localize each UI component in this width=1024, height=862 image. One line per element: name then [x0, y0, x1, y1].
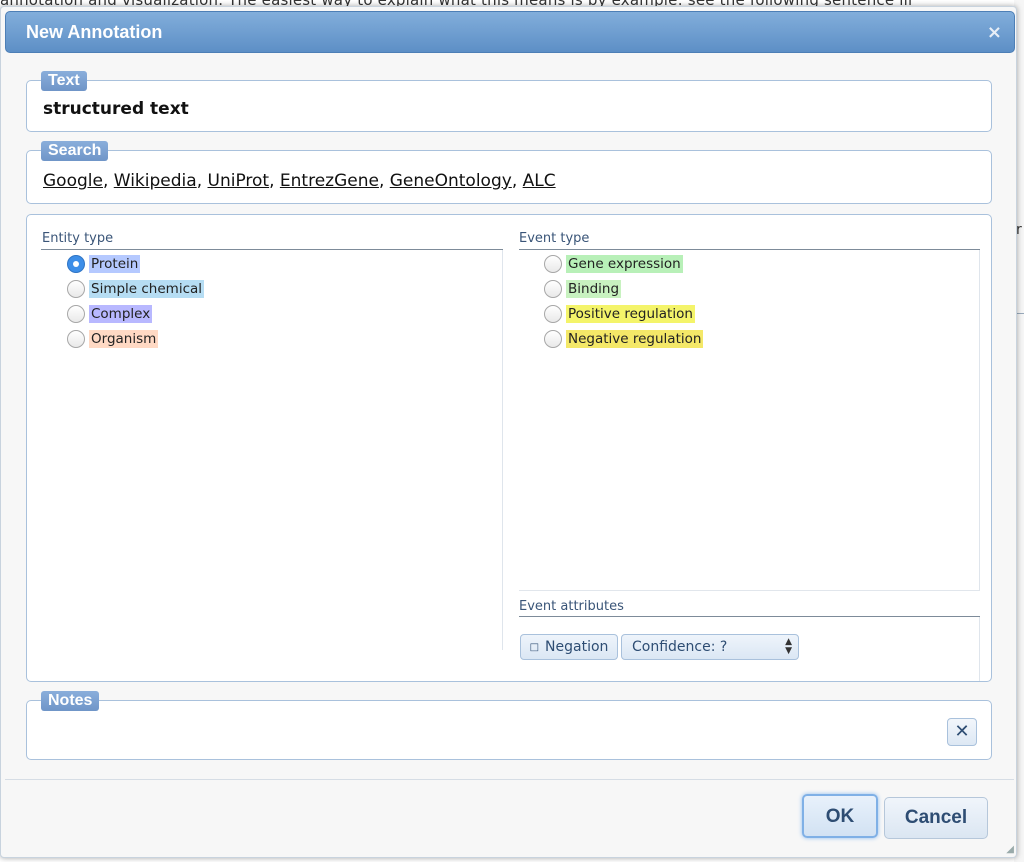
- notes-section: Notes ✕: [26, 691, 992, 760]
- event-label-binding: Binding: [566, 280, 622, 298]
- confidence-select[interactable]: Confidence: ? ▲ ▼: [621, 634, 799, 660]
- event-attributes-rule: [519, 616, 980, 617]
- radio-button[interactable]: [67, 305, 85, 323]
- search-link-google[interactable]: Google: [43, 171, 103, 191]
- resize-grip-icon[interactable]: ◢: [1006, 844, 1014, 855]
- text-legend: Text: [41, 71, 87, 91]
- event-option-binding[interactable]: Binding: [544, 278, 622, 300]
- radio-button[interactable]: [544, 330, 562, 348]
- text-section: Text structured text: [26, 71, 992, 132]
- dialog-title: New Annotation: [26, 22, 163, 42]
- dialog-titlebar[interactable]: New Annotation ×: [5, 11, 1015, 53]
- checkbox-icon: □: [529, 641, 540, 653]
- entity-label-protein: Protein: [89, 255, 141, 273]
- event-list-bottom: [519, 590, 980, 591]
- confidence-value: Confidence: ?: [632, 639, 728, 655]
- close-icon[interactable]: ×: [987, 22, 1002, 43]
- event-option-gene-expression[interactable]: Gene expression: [544, 253, 683, 275]
- entity-type-heading: Entity type: [42, 231, 114, 246]
- link-separator: ,: [378, 171, 390, 191]
- notes-legend: Notes: [41, 691, 100, 711]
- radio-button[interactable]: [67, 255, 85, 273]
- type-selection-section: Entity type Protein Simple chemical Comp…: [26, 214, 992, 682]
- selected-text-value: structured text: [43, 99, 189, 119]
- entity-label-complex: Complex: [89, 305, 153, 323]
- select-arrows-icon: ▲ ▼: [785, 637, 792, 656]
- radio-button[interactable]: [544, 280, 562, 298]
- entity-option-protein[interactable]: Protein: [67, 253, 141, 275]
- event-type-rule: [519, 249, 980, 250]
- new-annotation-dialog: New Annotation × Text structured text Se…: [0, 6, 1017, 858]
- entity-type-rule: [41, 249, 503, 250]
- event-column-border: [979, 250, 980, 590]
- entity-column-border: [502, 250, 503, 650]
- ok-button[interactable]: OK: [802, 794, 878, 838]
- search-legend: Search: [41, 141, 109, 161]
- link-separator: ,: [269, 171, 280, 191]
- clear-notes-icon[interactable]: ✕: [947, 718, 977, 746]
- entity-option-complex[interactable]: Complex: [67, 303, 153, 325]
- link-separator: ,: [102, 171, 114, 191]
- entity-option-organism[interactable]: Organism: [67, 328, 159, 350]
- search-link-uniprot[interactable]: UniProt: [208, 171, 270, 191]
- search-links: Google, Wikipedia, UniProt, EntrezGene, …: [43, 171, 556, 191]
- event-option-negative-regulation[interactable]: Negative regulation: [544, 328, 704, 350]
- event-label-positive-regulation: Positive regulation: [566, 305, 695, 323]
- entity-option-simple-chemical[interactable]: Simple chemical: [67, 278, 205, 300]
- event-label-gene-expression: Gene expression: [566, 255, 683, 273]
- link-separator: ,: [196, 171, 208, 191]
- negation-toggle[interactable]: □ Negation: [520, 634, 618, 660]
- event-attributes-heading: Event attributes: [519, 599, 624, 614]
- event-label-negative-regulation: Negative regulation: [566, 330, 704, 348]
- event-option-positive-regulation[interactable]: Positive regulation: [544, 303, 695, 325]
- search-link-entrezgene[interactable]: EntrezGene: [280, 171, 379, 191]
- radio-button[interactable]: [544, 255, 562, 273]
- radio-button[interactable]: [67, 330, 85, 348]
- negation-label: Negation: [545, 639, 609, 655]
- attributes-column-border: [979, 617, 980, 681]
- search-link-geneontology[interactable]: GeneOntology: [390, 171, 512, 191]
- search-link-alc[interactable]: ALC: [523, 171, 556, 191]
- link-separator: ,: [511, 171, 523, 191]
- radio-button[interactable]: [67, 280, 85, 298]
- event-type-heading: Event type: [519, 231, 590, 246]
- radio-button[interactable]: [544, 305, 562, 323]
- search-link-wikipedia[interactable]: Wikipedia: [114, 171, 197, 191]
- entity-label-organism: Organism: [89, 330, 159, 348]
- entity-label-simple-chemical: Simple chemical: [89, 280, 205, 298]
- footer-divider: [5, 779, 1014, 780]
- search-section: Search Google, Wikipedia, UniProt, Entre…: [26, 141, 992, 204]
- cancel-button[interactable]: Cancel: [884, 797, 988, 839]
